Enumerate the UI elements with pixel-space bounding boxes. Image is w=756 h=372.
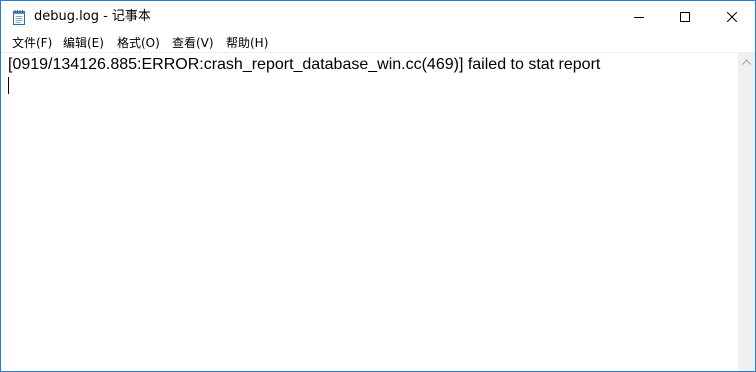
minimize-button[interactable]: [616, 1, 662, 32]
notepad-icon[interactable]: [12, 9, 26, 25]
editor-line[interactable]: [0919/134126.885:ERROR:crash_report_data…: [8, 55, 600, 75]
minimize-icon: [634, 16, 644, 18]
text-caret: [8, 77, 9, 94]
maximize-icon: [680, 11, 690, 22]
notepad-window: debug.log - 记事本 文件(F) 编辑(E) 格式(O) 查看(V) …: [0, 0, 756, 372]
menu-help[interactable]: 帮助(H): [226, 34, 268, 52]
menu-format[interactable]: 格式(O): [117, 34, 160, 52]
menu-edit[interactable]: 编辑(E): [63, 34, 104, 52]
menu-view[interactable]: 查看(V): [172, 34, 214, 52]
window-title: debug.log - 记事本: [34, 9, 151, 24]
menu-bar: 文件(F) 编辑(E) 格式(O) 查看(V) 帮助(H): [1, 32, 755, 53]
maximize-button[interactable]: [662, 1, 708, 32]
menu-file[interactable]: 文件(F): [12, 34, 52, 52]
scroll-up-button[interactable]: [738, 53, 755, 70]
scroll-up-arrow-icon: [742, 58, 751, 65]
vertical-scrollbar[interactable]: [738, 53, 755, 371]
text-editor[interactable]: [0919/134126.885:ERROR:crash_report_data…: [1, 53, 738, 371]
close-button[interactable]: [709, 1, 755, 32]
title-bar[interactable]: debug.log - 记事本: [1, 1, 755, 32]
close-icon: [727, 11, 737, 22]
